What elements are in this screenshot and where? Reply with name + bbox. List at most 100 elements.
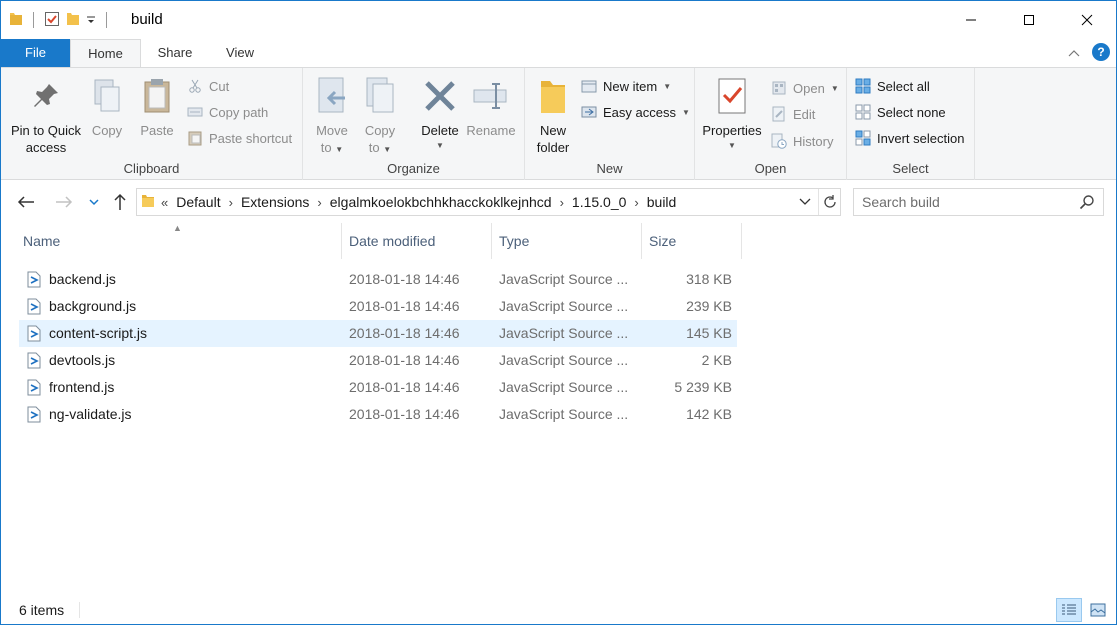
- new-folder-button[interactable]: New folder: [531, 74, 575, 156]
- rename-button[interactable]: Rename: [465, 74, 517, 139]
- address-history-button[interactable]: [794, 189, 816, 215]
- recent-locations-button[interactable]: [83, 191, 105, 213]
- folder-icon: [141, 193, 155, 212]
- new-item-label: New item: [603, 78, 658, 94]
- new-item-button[interactable]: New item ▼: [581, 75, 671, 97]
- tab-view[interactable]: View: [209, 39, 271, 67]
- properties-button[interactable]: Properties ▼: [699, 74, 765, 153]
- paste-icon: [144, 79, 170, 113]
- tab-share[interactable]: Share: [141, 39, 209, 67]
- maximize-button[interactable]: [1000, 1, 1058, 39]
- file-date: 2018-01-18 14:46: [349, 298, 460, 314]
- column-header-type[interactable]: Type: [491, 223, 642, 259]
- minimize-button[interactable]: [942, 1, 1000, 39]
- paste-label: Paste: [140, 123, 174, 138]
- maximize-icon: [1024, 15, 1034, 25]
- easy-access-button[interactable]: Easy access ▼: [581, 101, 690, 123]
- open-label: Open: [793, 80, 825, 96]
- status-bar: 6 items: [1, 596, 1116, 624]
- title-bar: build: [1, 1, 1116, 39]
- invert-selection-button[interactable]: Invert selection: [855, 127, 964, 149]
- file-type: JavaScript Source ...: [499, 271, 629, 287]
- edit-label: Edit: [793, 106, 816, 122]
- ribbon-tabs: File Home Share View ?: [1, 39, 1116, 68]
- copy-button[interactable]: Copy: [87, 74, 127, 139]
- javascript-file-icon: [27, 406, 41, 423]
- collapse-ribbon-icon[interactable]: [1068, 44, 1080, 60]
- column-header-name[interactable]: Name: [15, 223, 342, 259]
- file-size: 239 KB: [686, 298, 732, 314]
- edit-button[interactable]: Edit: [771, 103, 815, 125]
- search-icon[interactable]: [1079, 194, 1095, 213]
- breadcrumb-extensions[interactable]: Extensions: [233, 194, 317, 210]
- easy-access-label: Easy access: [603, 104, 676, 120]
- table-row[interactable]: content-script.js 2018-01-18 14:46 JavaS…: [19, 320, 737, 347]
- column-header-size[interactable]: Size: [641, 223, 742, 259]
- file-type: JavaScript Source ...: [499, 352, 629, 368]
- history-button[interactable]: History: [771, 130, 833, 152]
- ribbon-controls: ?: [1068, 43, 1110, 61]
- table-row[interactable]: backend.js 2018-01-18 14:46 JavaScript S…: [19, 266, 737, 293]
- table-row[interactable]: ng-validate.js 2018-01-18 14:46 JavaScri…: [19, 401, 737, 428]
- item-count: 6 items: [19, 602, 65, 618]
- table-row[interactable]: background.js 2018-01-18 14:46 JavaScrip…: [19, 293, 737, 320]
- close-button[interactable]: [1058, 1, 1116, 39]
- customize-qat-icon[interactable]: [86, 12, 96, 28]
- tab-home[interactable]: Home: [70, 39, 141, 68]
- javascript-file-icon: [27, 379, 41, 396]
- move-to-icon: [318, 77, 345, 113]
- new-folder-icon[interactable]: [66, 11, 80, 30]
- breadcrumb-build[interactable]: build: [639, 194, 685, 210]
- address-bar[interactable]: « Default › Extensions › elgalmkoelokbch…: [136, 188, 841, 216]
- details-view-button[interactable]: [1056, 598, 1082, 622]
- breadcrumb-default[interactable]: Default: [168, 194, 228, 210]
- breadcrumb-extension-id[interactable]: elgalmkoelokbchhkhacckoklkejnhcd: [322, 194, 560, 210]
- column-header-date[interactable]: Date modified: [341, 223, 492, 259]
- forward-button[interactable]: [53, 191, 75, 213]
- delete-button[interactable]: Delete ▼: [417, 74, 463, 153]
- new-group-label: New: [596, 161, 623, 176]
- breadcrumb-overflow[interactable]: «: [161, 195, 168, 210]
- properties-label: Properties: [702, 123, 762, 138]
- move-label-line1: Move: [316, 123, 348, 138]
- up-button[interactable]: [109, 191, 131, 213]
- pin-to-quick-access-button[interactable]: Pin to Quick access: [7, 74, 85, 156]
- history-label: History: [793, 133, 834, 149]
- javascript-file-icon: [27, 325, 41, 342]
- copy-to-label-line1: Copy: [364, 123, 396, 138]
- move-label-line2: to: [320, 140, 332, 155]
- back-button[interactable]: [15, 191, 37, 213]
- table-row[interactable]: frontend.js 2018-01-18 14:46 JavaScript …: [19, 374, 737, 401]
- refresh-button[interactable]: [818, 189, 840, 215]
- file-size: 318 KB: [686, 271, 732, 287]
- copy-path-button[interactable]: Copy path: [187, 101, 268, 123]
- help-icon[interactable]: ?: [1092, 43, 1110, 61]
- table-row[interactable]: devtools.js 2018-01-18 14:46 JavaScript …: [19, 347, 737, 374]
- javascript-file-icon: [27, 271, 41, 288]
- select-none-button[interactable]: Select none: [855, 101, 946, 123]
- paste-button[interactable]: Paste: [135, 74, 179, 139]
- paste-shortcut-button[interactable]: Paste shortcut: [187, 127, 292, 149]
- quick-access-toolbar: [9, 9, 111, 31]
- open-icon: [772, 81, 786, 95]
- up-arrow-icon: [114, 193, 126, 210]
- file-size: 2 KB: [701, 352, 732, 368]
- select-all-button[interactable]: Select all: [855, 75, 930, 97]
- cut-label: Cut: [209, 78, 230, 94]
- tab-file[interactable]: File: [1, 39, 70, 67]
- clipboard-group-label: Clipboard: [123, 161, 180, 176]
- window-title: build: [131, 11, 163, 28]
- search-box[interactable]: [853, 188, 1104, 216]
- copy-to-button[interactable]: Copy to ▼: [359, 74, 401, 158]
- new-folder-label-line2: folder: [536, 140, 570, 155]
- cut-button[interactable]: Cut: [187, 75, 229, 97]
- select-none-label: Select none: [877, 104, 946, 120]
- move-to-button[interactable]: Move to ▼: [311, 74, 353, 158]
- large-icons-view-button[interactable]: [1085, 598, 1111, 622]
- open-button[interactable]: Open ▼: [771, 77, 839, 99]
- search-input[interactable]: [854, 189, 1064, 215]
- breadcrumb-version[interactable]: 1.15.0_0: [564, 194, 635, 210]
- pin-label-line2: access: [25, 140, 67, 155]
- properties-icon[interactable]: [44, 11, 60, 30]
- paste-shortcut-label: Paste shortcut: [209, 130, 293, 146]
